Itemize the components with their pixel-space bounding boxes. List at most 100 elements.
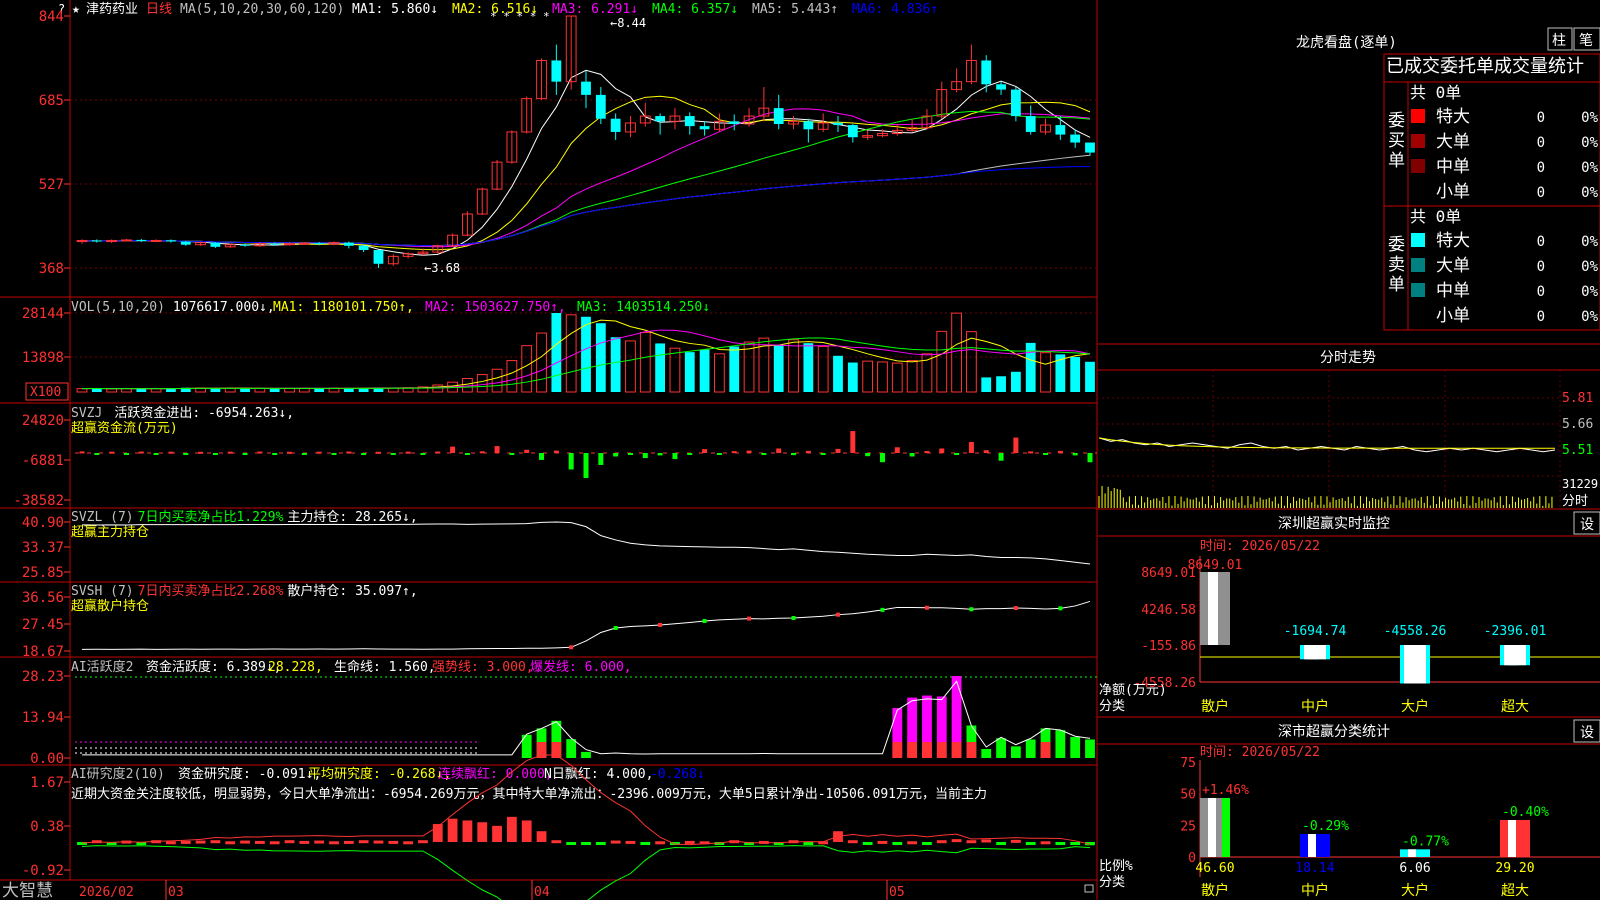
ai2-bar <box>462 820 473 842</box>
ai2-bar <box>877 840 888 844</box>
monitor-unit: 净额(万元) <box>1099 683 1167 698</box>
date-label-3: 05 <box>889 885 905 900</box>
svsh-mark <box>836 612 840 617</box>
stat-cat-label: 分类 <box>1099 875 1125 890</box>
candle-body <box>343 242 354 246</box>
bar-view-label[interactable]: 柱 <box>1552 33 1566 49</box>
star-marks: * * * * * <box>490 10 550 23</box>
monitor-cat-0: 散户 <box>1201 698 1229 715</box>
candle-body <box>981 60 992 85</box>
candle-body <box>551 60 562 82</box>
svzj-bar <box>1087 453 1093 463</box>
ai2-bar <box>388 840 399 844</box>
ai2-bar <box>684 840 695 844</box>
stat-value-3: 29.20 <box>1495 861 1534 876</box>
ai2-legend-2: 连续飘红: 0.000, <box>438 766 553 782</box>
stat-settings-label[interactable]: 设 <box>1580 725 1594 741</box>
stat-unit: 比例% <box>1099 859 1133 874</box>
svzj-bar <box>687 453 693 455</box>
svzj-bar <box>109 451 115 454</box>
svsh-mark <box>1013 606 1018 611</box>
stat-change-1: -0.29% <box>1302 819 1349 834</box>
candle-body <box>684 116 695 127</box>
candle-body <box>1085 142 1095 153</box>
ai2-legend-1: 平均研究度: -0.268↓, <box>308 766 451 782</box>
ai2-bar <box>240 840 250 844</box>
svzj-bar <box>968 441 974 453</box>
svsh-mark <box>613 625 618 630</box>
candle-body <box>150 239 162 242</box>
monitor-tick-2: -155.86 <box>1141 639 1196 654</box>
ai1-bar-base <box>936 742 947 758</box>
candle-body <box>847 125 858 138</box>
candle-body <box>581 81 591 95</box>
ai1-bar-base <box>1040 742 1051 758</box>
svzj-bar <box>346 451 352 454</box>
stat-tick-2: 25 <box>1180 819 1196 834</box>
high-label: ←8.44 <box>610 16 646 30</box>
ai2-yaxis-tick-2: -0.92 <box>22 863 64 879</box>
ai2-bar <box>536 831 547 842</box>
stat-tick-1: 50 <box>1180 788 1196 803</box>
candle-body <box>136 239 147 241</box>
ai2-bar <box>951 839 962 843</box>
svzj-bar <box>539 453 545 460</box>
monitor-settings-label[interactable]: 设 <box>1580 517 1594 533</box>
svzj-bar <box>642 453 648 459</box>
ai1-bar-base <box>907 742 918 758</box>
stat-change-0: +1.46% <box>1202 783 1249 798</box>
buy-rows-name-0: 特大 <box>1436 107 1470 127</box>
ai2-bar <box>225 841 236 845</box>
buy-rows-pct-1: 0% <box>1581 135 1598 151</box>
vol-bar <box>833 355 843 392</box>
buy-rows-count-2: 0 <box>1537 160 1545 176</box>
stock-chart-screen: ★ 津药药业 日线 MA(5,10,20,30,60,120) MA1: 5.8… <box>0 0 1600 900</box>
candle-body <box>1010 89 1021 117</box>
svzl-yaxis-tick-2: 25.85 <box>22 565 64 581</box>
candle-body <box>773 108 784 124</box>
tick-view-label[interactable]: 笔 <box>1579 33 1593 49</box>
monitor-tick-1: 4246.58 <box>1141 603 1196 618</box>
svzj-bar <box>375 451 381 454</box>
stat-title: 深市超赢分类统计 <box>1278 723 1390 740</box>
svzl-title: SVZL (7) 7日内买卖净占比1.229% 主力持仓: 28.265↓, <box>71 509 418 525</box>
svzj-bar <box>954 453 960 455</box>
ma-legend-2: MA3: 6.291↓ <box>552 2 638 17</box>
app-logo: 大智慧 <box>2 881 53 900</box>
sell-rows-swatch-0 <box>1411 233 1425 247</box>
buy-rows-pct-2: 0% <box>1581 160 1598 176</box>
svsh-yaxis-tick-0: 36.56 <box>22 590 64 606</box>
ai2-bar <box>625 840 636 844</box>
candle-body <box>358 245 369 250</box>
svsh-mark <box>969 607 974 612</box>
svsh-y-axis: 36.56 27.45 18.67 <box>22 590 70 660</box>
svzj-bar <box>627 453 633 455</box>
vol-unit[interactable]: X100 <box>30 385 61 400</box>
stat-time: 时间: 2026/05/22 <box>1200 745 1320 760</box>
ai2-bar <box>329 841 339 845</box>
sell-rows-swatch-1 <box>1411 258 1425 272</box>
buy-rows-swatch-0 <box>1411 109 1425 123</box>
ai2-bar <box>862 842 873 845</box>
ai1-bar <box>566 739 577 758</box>
ai2-bar <box>996 842 1006 845</box>
period-label[interactable]: 日线 <box>146 2 172 17</box>
ai2-bar <box>1025 842 1036 845</box>
vol-title: VOL(5,10,20) 1076617.000↓, <box>71 300 275 315</box>
svzj-bar <box>212 453 218 455</box>
vol-legend-1: MA2: 1503627.750↑, <box>425 300 566 315</box>
svsh-sub: 超赢散户持仓 <box>71 598 149 614</box>
vol-bar <box>551 313 562 392</box>
svzj-bar <box>998 453 1004 461</box>
svzj-bar <box>331 453 337 455</box>
intraday-vol: 31229 <box>1562 477 1598 491</box>
vol-bar <box>655 343 666 392</box>
ai2-bar <box>640 842 651 845</box>
vol-bar <box>699 349 710 392</box>
ai2-bar <box>936 840 947 844</box>
ai1-title: AI活跃度2 <box>71 659 133 675</box>
sell-rows-swatch-2 <box>1411 283 1425 297</box>
svsh-mark <box>658 622 663 627</box>
date-label-2: 04 <box>534 885 550 900</box>
vol-bar <box>1010 371 1021 392</box>
